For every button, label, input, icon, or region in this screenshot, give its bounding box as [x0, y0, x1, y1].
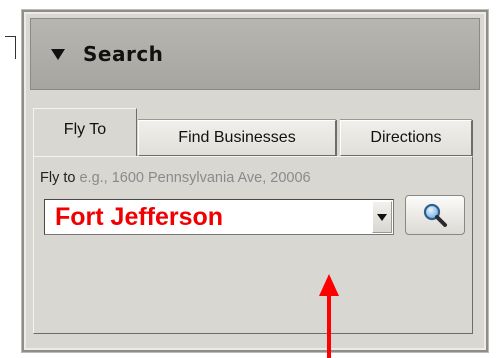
search-panel: Search Fly To Find Businesses Directions… [22, 10, 488, 352]
search-panel-content: Fly To Find Businesses Directions Fly to… [30, 108, 480, 342]
chevron-down-icon [377, 213, 387, 221]
annotation-arrow-shaft [327, 292, 331, 358]
fly-to-label-row: Fly to e.g., 1600 Pennsylvania Ave, 2000… [40, 170, 311, 186]
fly-to-input-value[interactable]: Fort Jefferson [55, 202, 223, 232]
fly-to-example: e.g., 1600 Pennsylvania Ave, 20006 [79, 170, 311, 186]
tab-find-businesses[interactable]: Find Businesses [138, 120, 336, 156]
tab-directions[interactable]: Directions [340, 120, 472, 156]
search-panel-header[interactable]: Search [30, 18, 480, 90]
magnifier-icon [423, 203, 447, 227]
search-button[interactable] [405, 195, 465, 235]
callout-corner-line [5, 36, 16, 59]
fly-to-label: Fly to [40, 170, 76, 186]
dropdown-button[interactable] [372, 201, 392, 233]
panel-title: Search [83, 42, 164, 66]
triangle-down-icon[interactable] [51, 48, 65, 60]
tab-fly-to[interactable]: Fly To [33, 108, 137, 156]
fly-to-combobox[interactable]: Fort Jefferson [44, 199, 394, 235]
